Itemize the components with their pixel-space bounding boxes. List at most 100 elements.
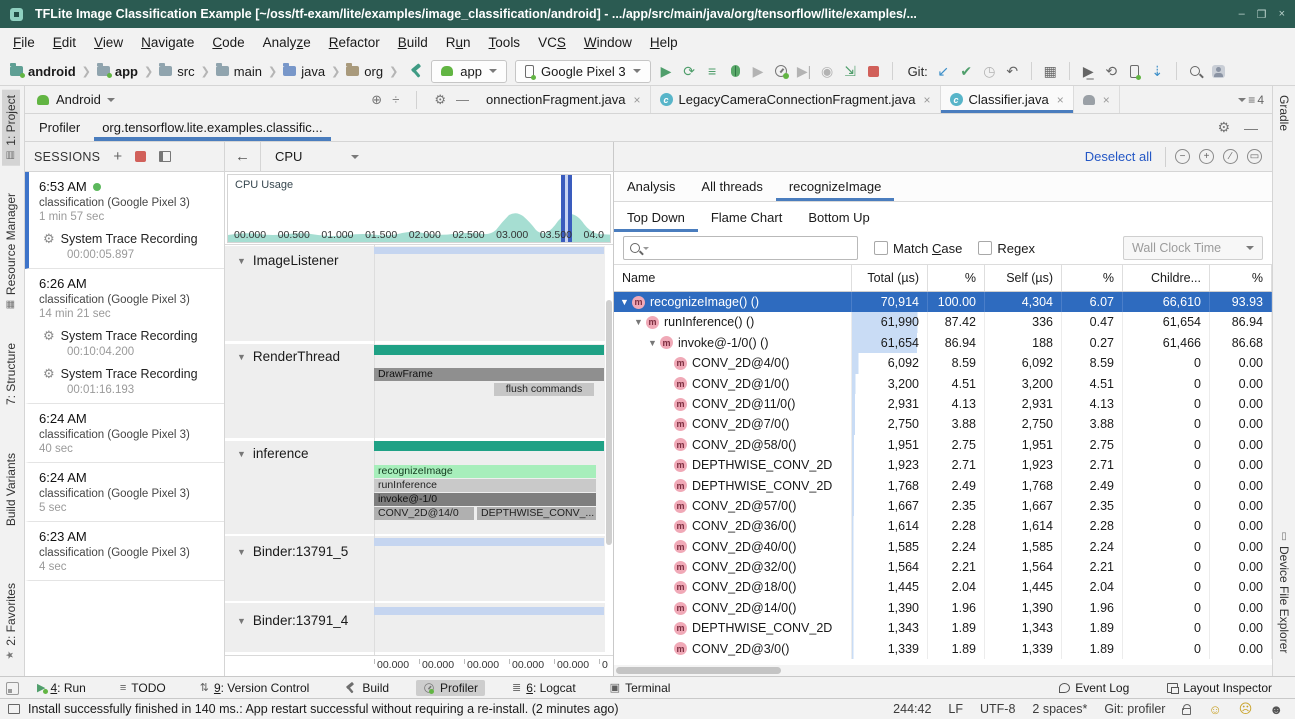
table-row[interactable]: ▼mCONV_2D@3/0()1,3391.891,3391.8900.00 [614, 639, 1272, 659]
search-everywhere-icon[interactable] [1184, 60, 1207, 82]
breadcrumb-main[interactable]: main [216, 64, 262, 79]
cpu-usage-chart[interactable]: CPU Usage 00.00000.50001.00001.50002.000… [225, 172, 613, 245]
git-rollback-icon[interactable]: ↶ [1001, 60, 1024, 82]
build-hammer-icon[interactable] [404, 60, 427, 82]
project-view-selector[interactable]: Android [56, 92, 101, 107]
collapse-arrow-icon[interactable]: ▼ [237, 352, 246, 362]
sad-face-icon[interactable]: ☹ [1239, 701, 1253, 717]
clock-mode-dropdown[interactable]: Wall Clock Time [1123, 236, 1263, 260]
trace-event-bar[interactable]: flush commands [494, 383, 594, 396]
toolwindow-todo-button[interactable]: ≡TODO [113, 680, 173, 696]
settings-gear-icon[interactable]: ⚙ [434, 92, 446, 108]
collapse-arrow-icon[interactable]: ▼ [237, 616, 246, 626]
checkbox-icon[interactable] [874, 241, 888, 255]
table-row[interactable]: ▼mDEPTHWISE_CONV_2D1,9232.711,9232.7100.… [614, 455, 1272, 475]
tab-all-threads[interactable]: All threads [688, 172, 775, 201]
sidebar-item-device-file-explorer[interactable]: ▯ Device File Explorer [1275, 526, 1293, 658]
menu-item-code[interactable]: Code [203, 31, 253, 54]
search-input[interactable] [652, 241, 851, 255]
toolwindow-build-button[interactable]: Build [336, 680, 396, 696]
thread-row-inference[interactable]: ▼inference [237, 446, 308, 461]
menu-item-window[interactable]: Window [575, 31, 641, 54]
editor-tab-classifier-java[interactable]: cClassifier.java× [941, 86, 1074, 113]
thread-row-binder-4[interactable]: ▼Binder:13791_4 [237, 613, 348, 628]
profile-button[interactable] [770, 60, 793, 82]
table-row[interactable]: ▼mCONV_2D@40/0()1,5852.241,5852.2400.00 [614, 537, 1272, 557]
trace-event-bar[interactable]: invoke@-1/0 [374, 493, 596, 506]
column-total[interactable]: Total (µs) [852, 265, 928, 291]
expand-arrow-icon[interactable]: ▼ [646, 333, 659, 353]
session-item[interactable]: 6:23 AMclassification (Google Pixel 3)4 … [25, 522, 224, 581]
table-row[interactable]: ▼mDEPTHWISE_CONV_2D1,7682.491,7682.4900.… [614, 476, 1272, 496]
close-icon[interactable]: × [633, 93, 640, 107]
sidebar-item-resource-manager[interactable]: ▦ Resource Manager [2, 188, 20, 315]
apply-changes-button[interactable]: ⟳ [678, 60, 701, 82]
table-row[interactable]: ▼mCONV_2D@4/0()6,0928.596,0928.5900.00 [614, 353, 1272, 373]
collapse-arrow-icon[interactable]: ▼ [237, 256, 246, 266]
sidebar-item-structure[interactable]: 7: Structure [2, 338, 20, 410]
tab-analysis[interactable]: Analysis [614, 172, 688, 201]
stop-button[interactable] [862, 60, 885, 82]
regex-checkbox[interactable]: Regex [978, 241, 1035, 256]
thread-row-binder-5[interactable]: ▼Binder:13791_5 [237, 544, 348, 559]
session-recording-item[interactable]: ⚙System Trace Recording00:00:05.897 [39, 231, 218, 261]
back-arrow-icon[interactable]: ← [225, 148, 260, 165]
tab-bottom-up[interactable]: Bottom Up [795, 202, 882, 232]
breadcrumb-app[interactable]: app [97, 64, 138, 79]
coverage-icon[interactable]: ◉ [816, 60, 839, 82]
new-session-icon[interactable]: + [113, 148, 122, 165]
table-row[interactable]: ▼mCONV_2D@36/0()1,6142.281,6142.2800.00 [614, 516, 1272, 536]
column-name[interactable]: Name [614, 265, 852, 291]
menu-item-help[interactable]: Help [641, 31, 687, 54]
toolwindow-logcat-button[interactable]: ≣6: Logcat [505, 680, 583, 696]
menu-item-vcs[interactable]: VCS [529, 31, 575, 54]
menu-item-analyze[interactable]: Analyze [254, 31, 320, 54]
breadcrumb-org[interactable]: org [346, 64, 383, 79]
sidebar-item-gradle[interactable]: Gradle [1275, 90, 1293, 136]
table-row[interactable]: ▼mrunInference() ()61,99087.423360.4761,… [614, 312, 1272, 332]
event-log-button[interactable]: Event Log [1052, 680, 1136, 696]
sidebar-item-project[interactable]: ▤ 1: Project [2, 90, 20, 166]
profile-avatar-icon[interactable] [1207, 60, 1230, 82]
project-structure-icon[interactable]: ▦ [1039, 60, 1062, 82]
reset-zoom-icon[interactable]: ∕ [1223, 149, 1238, 164]
settings-gear-icon[interactable]: ⚙ [1217, 119, 1230, 136]
collapse-arrow-icon[interactable]: ▼ [237, 547, 246, 557]
table-row[interactable]: ▼mCONV_2D@1/0()3,2004.513,2004.5100.00 [614, 374, 1272, 394]
sdk-manager-icon[interactable]: ▶̲ [1077, 60, 1100, 82]
user-icon[interactable]: ☻ [1269, 702, 1283, 717]
trace-event-bar[interactable]: DrawFrame [374, 368, 604, 381]
column-total-pct[interactable]: % [928, 265, 985, 291]
table-row[interactable]: ▼mCONV_2D@58/0()1,9512.751,9512.7500.00 [614, 435, 1272, 455]
trace-event-bar[interactable]: DEPTHWISE_CONV_... [477, 507, 596, 520]
tab-flame-chart[interactable]: Flame Chart [698, 202, 796, 232]
table-row[interactable]: ▼mDEPTHWISE_CONV_2D1,3431.891,3431.8900.… [614, 618, 1272, 638]
table-row[interactable]: ▼mrecognizeImage() ()70,914100.004,3046.… [614, 292, 1272, 312]
profiler-session-tab[interactable]: org.tensorflow.lite.examples.classific..… [94, 114, 330, 141]
horizontal-scrollbar[interactable] [614, 665, 1272, 676]
session-item[interactable]: 6:24 AMclassification (Google Pixel 3)5 … [25, 463, 224, 522]
tool-window-switcher-icon[interactable] [6, 682, 19, 695]
breadcrumb-src[interactable]: src [159, 64, 194, 79]
layout-inspector-button[interactable]: Layout Inspector [1160, 680, 1279, 696]
minimize-icon[interactable]: – [1239, 8, 1245, 21]
device-dropdown[interactable]: Google Pixel 3 [515, 60, 651, 83]
thread-row-renderthread[interactable]: ▼RenderThread [237, 349, 340, 364]
deselect-all-link[interactable]: Deselect all [1085, 149, 1152, 164]
zoom-out-icon[interactable]: − [1175, 149, 1190, 164]
toolwindow-version-control-button[interactable]: ⇅9: Version Control [193, 680, 317, 696]
git-branch-indicator[interactable]: Git: profiler [1104, 702, 1165, 716]
column-self[interactable]: Self (µs) [985, 265, 1062, 291]
menu-item-edit[interactable]: Edit [44, 31, 85, 54]
hidden-tabs-dropdown[interactable]: ≡ 4 [1230, 86, 1272, 113]
sidebar-item-favorites[interactable]: ★ 2: Favorites [2, 578, 20, 666]
toolwindow-run-button[interactable]: ▶4: Run [30, 680, 93, 696]
column-children-pct[interactable]: % [1210, 265, 1272, 291]
scrollbar-thumb[interactable] [616, 667, 781, 674]
session-item[interactable]: 6:26 AMclassification (Google Pixel 3)14… [25, 269, 224, 404]
editor-tab-profiler-session[interactable]: × [1074, 86, 1120, 113]
maximize-icon[interactable]: ❐ [1257, 8, 1267, 21]
editor-tab-legacycameraconnectionfragment-java[interactable]: cLegacyCameraConnectionFragment.java× [651, 86, 941, 113]
collapse-all-icon[interactable]: ÷ [392, 92, 399, 107]
trace-event-bar[interactable]: CONV_2D@14/0 [374, 507, 474, 520]
